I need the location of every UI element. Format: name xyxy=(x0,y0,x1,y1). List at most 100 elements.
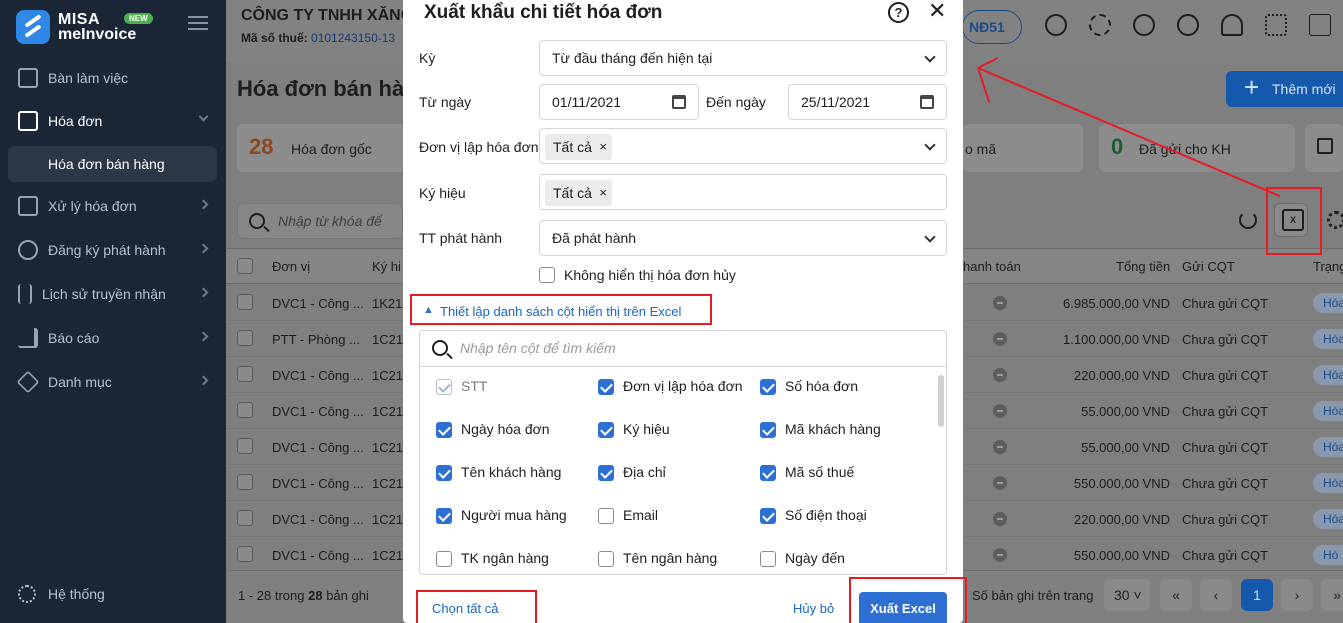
row-checkbox[interactable] xyxy=(237,438,253,454)
cancel-button[interactable]: Hủy bỏ xyxy=(793,601,834,616)
hide-cancelled-checkbox[interactable] xyxy=(539,267,555,283)
cell-total: 6.985.000,00 VND xyxy=(1063,296,1170,311)
issue-status-select[interactable]: Đã phát hành xyxy=(539,220,947,256)
column-setup-toggle[interactable]: Thiết lập danh sách cột hiển thị trên Ex… xyxy=(440,304,681,319)
sidebar-subitem-sales-invoices[interactable]: Hóa đơn bán hàng xyxy=(8,146,217,182)
symbol-select[interactable]: Tất cả × xyxy=(539,174,947,210)
row-checkbox[interactable] xyxy=(237,366,253,382)
last-page-button[interactable]: » xyxy=(1321,579,1343,611)
sidebar-item-label: Đăng ký phát hành xyxy=(48,242,166,258)
column-checkbox[interactable] xyxy=(760,465,776,481)
summary-card-code[interactable]: o mã xyxy=(963,124,1083,172)
menu-toggle-icon[interactable] xyxy=(188,16,208,30)
cell-cqt: Chưa gửi CQT xyxy=(1182,440,1269,455)
document-icon xyxy=(18,111,38,131)
column-header-symbol[interactable]: Ký hi xyxy=(372,259,401,274)
first-page-button[interactable]: « xyxy=(1160,579,1192,611)
remove-tag-icon[interactable]: × xyxy=(599,134,607,160)
column-checkbox[interactable] xyxy=(760,422,776,438)
sidebar-item-transfer-history[interactable]: Lịch sử truyền nhận xyxy=(8,276,217,312)
column-checkbox[interactable] xyxy=(760,551,776,567)
column-header-status[interactable]: Trạng xyxy=(1313,259,1343,274)
payment-status-icon xyxy=(993,548,1007,562)
issuing-unit-select[interactable]: Tất cả × xyxy=(539,128,947,164)
summary-card-original[interactable]: 28 Hóa đơn gốc xyxy=(237,124,417,172)
user-menu-icon[interactable] xyxy=(1309,14,1331,36)
row-checkbox[interactable] xyxy=(237,510,253,526)
column-header-payment[interactable]: hanh toán xyxy=(963,259,1021,274)
dialog-title: Xuất khẩu chi tiết hóa đơn xyxy=(424,2,663,23)
column-checkbox[interactable] xyxy=(760,379,776,395)
per-page-select[interactable]: 30 ˅ xyxy=(1104,579,1150,611)
cell-symbol: 1C21 xyxy=(372,440,404,455)
row-checkbox[interactable] xyxy=(237,546,253,562)
column-list-scrollbar[interactable] xyxy=(938,375,944,427)
column-checkbox[interactable] xyxy=(598,422,614,438)
chevron-down-icon xyxy=(924,139,936,151)
add-circle-icon[interactable] xyxy=(1045,14,1067,36)
column-checkbox[interactable] xyxy=(760,508,776,524)
select-all-link[interactable]: Chọn tất cả xyxy=(432,601,499,616)
column-checkbox[interactable] xyxy=(598,465,614,481)
page-1-button[interactable]: 1 xyxy=(1241,579,1273,611)
sidebar-item-catalog[interactable]: Danh mục xyxy=(8,364,217,400)
sidebar-item-invoices[interactable]: Hóa đơn xyxy=(8,103,217,139)
add-new-button[interactable]: Thêm mới xyxy=(1226,69,1343,107)
edit-card[interactable] xyxy=(1305,124,1343,172)
calendar-icon[interactable] xyxy=(920,95,934,109)
sidebar-item-system[interactable]: Hệ thống xyxy=(18,585,105,603)
payment-status-icon xyxy=(993,368,1007,382)
next-page-button[interactable]: › xyxy=(1281,579,1313,611)
settings-gear-icon[interactable] xyxy=(1327,211,1343,229)
new-badge: NEW xyxy=(124,13,153,24)
help-icon[interactable]: ? xyxy=(888,2,909,23)
cell-symbol: 1C21 xyxy=(372,332,404,347)
row-checkbox[interactable] xyxy=(237,294,253,310)
prev-page-button[interactable]: ‹ xyxy=(1200,579,1232,611)
decree-badge[interactable]: NĐ51 xyxy=(962,10,1022,44)
column-checkbox-label: Tên khách hàng xyxy=(461,464,562,480)
row-checkbox[interactable] xyxy=(237,474,253,490)
close-icon[interactable]: ✕ xyxy=(928,0,946,24)
remove-tag-icon[interactable]: × xyxy=(599,180,607,206)
apps-grid-icon[interactable] xyxy=(1265,14,1287,36)
calendar-icon[interactable] xyxy=(672,95,686,109)
chat-icon[interactable] xyxy=(1177,14,1199,36)
sidebar-item-reports[interactable]: Báo cáo xyxy=(8,320,217,356)
column-checkbox[interactable] xyxy=(598,508,614,524)
from-date-input[interactable]: 01/11/2021 xyxy=(539,84,699,120)
column-header-total[interactable]: Tổng tiền xyxy=(1116,259,1170,274)
bell-icon[interactable] xyxy=(1221,14,1243,36)
column-checkbox[interactable] xyxy=(436,465,452,481)
cell-unit: DVC1 - Công ... xyxy=(272,476,364,491)
brand-logo[interactable]: MISA meInvoice NEW xyxy=(16,10,153,44)
edit-doc-icon xyxy=(18,196,38,216)
chevron-down-icon xyxy=(198,111,209,122)
help-icon[interactable] xyxy=(1133,14,1155,36)
chevron-right-icon xyxy=(198,331,209,342)
refresh-button[interactable] xyxy=(1231,203,1265,237)
column-checkbox[interactable] xyxy=(436,422,452,438)
refresh-icon[interactable] xyxy=(1089,14,1111,36)
column-checkbox[interactable] xyxy=(598,551,614,567)
cell-cqt: Chưa gửi CQT xyxy=(1182,476,1269,491)
export-excel-submit-button[interactable]: Xuất Excel xyxy=(859,592,947,623)
column-checkbox-label: Số điện thoại xyxy=(785,507,867,523)
sidebar-item-dashboard[interactable]: Bàn làm việc xyxy=(8,60,217,96)
chevron-up-icon[interactable]: ▲ xyxy=(423,304,434,316)
sidebar-item-registration[interactable]: Đăng ký phát hành xyxy=(8,232,217,268)
cell-cqt: Chưa gửi CQT xyxy=(1182,548,1269,563)
column-header-unit[interactable]: Đơn vị xyxy=(272,259,310,274)
row-checkbox[interactable] xyxy=(237,402,253,418)
column-checkbox[interactable] xyxy=(598,379,614,395)
row-checkbox[interactable] xyxy=(237,330,253,346)
column-search-input[interactable]: Nhập tên cột để tìm kiếm xyxy=(420,331,946,367)
column-checkbox[interactable] xyxy=(436,551,452,567)
sidebar-item-invoice-processing[interactable]: Xử lý hóa đơn xyxy=(8,188,217,224)
select-all-rows-checkbox[interactable] xyxy=(237,258,253,274)
column-header-cqt[interactable]: Gửi CQT xyxy=(1182,259,1235,274)
payment-status-icon xyxy=(993,332,1007,346)
to-date-input[interactable]: 25/11/2021 xyxy=(788,84,947,120)
column-checkbox[interactable] xyxy=(436,508,452,524)
period-select[interactable]: Từ đầu tháng đến hiện tại xyxy=(539,40,947,76)
